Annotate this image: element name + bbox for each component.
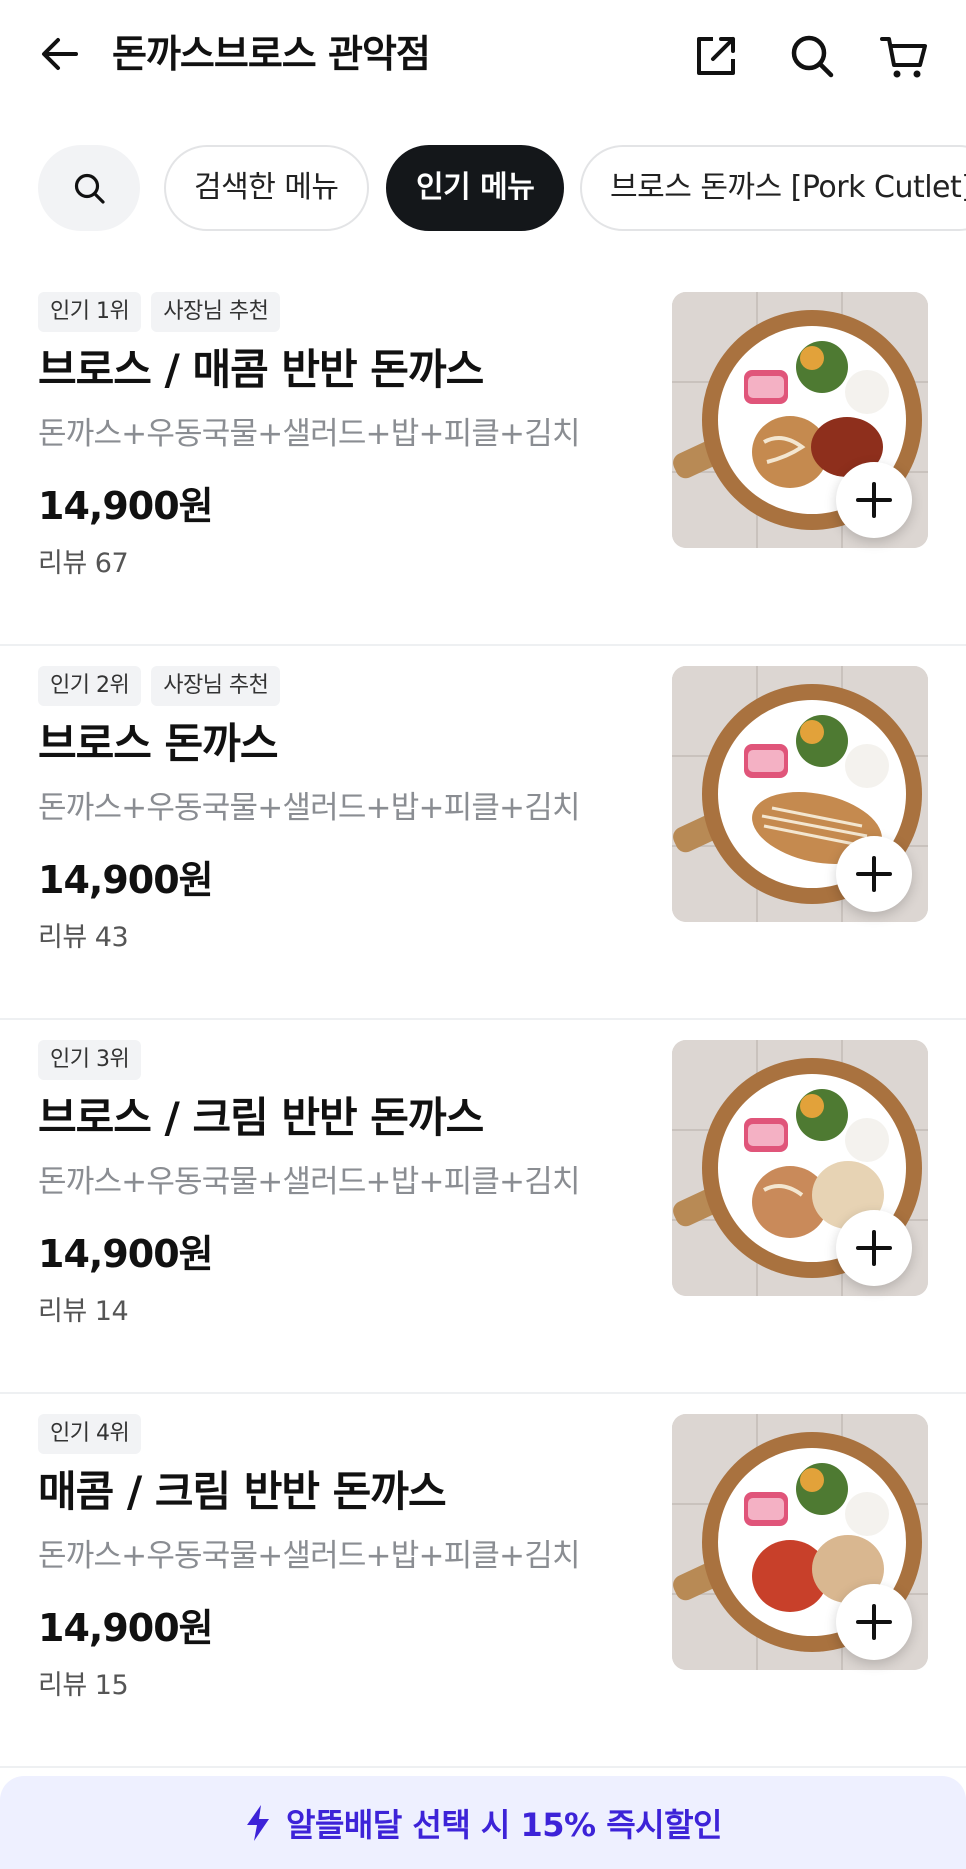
menu-item[interactable]: 인기 4위 매콤 / 크림 반반 돈까스 돈까스+우동국물+샐러드+밥+피클+김… (0, 1394, 966, 1768)
badge-group: 인기 4위 (38, 1414, 142, 1454)
app-header: 돈까스브로스 관악점 (0, 0, 966, 112)
rank-badge: 인기 3위 (38, 1040, 142, 1080)
menu-item-name: 브로스 / 크림 반반 돈까스 (38, 1093, 484, 1142)
menu-item-description: 돈까스+우동국물+샐러드+밥+피클+김치 (38, 1538, 580, 1574)
menu-item-description: 돈까스+우동국물+샐러드+밥+피클+김치 (38, 790, 580, 826)
add-to-cart-button[interactable] (836, 836, 912, 912)
badge-group: 인기 2위 사장님 추천 (38, 666, 281, 706)
menu-item[interactable]: 인기 3위 브로스 / 크림 반반 돈까스 돈까스+우동국물+샐러드+밥+피클+… (0, 1020, 966, 1394)
menu-item-review-count: 리뷰 67 (38, 548, 129, 579)
cart-icon[interactable] (878, 30, 930, 82)
discount-banner-text: 알뜰배달 선택 시 15% 즉시할인 (286, 1805, 723, 1844)
owner-pick-badge: 사장님 추천 (151, 666, 281, 706)
badge-group: 인기 1위 사장님 추천 (38, 292, 281, 332)
menu-item-name: 브로스 돈까스 (38, 719, 278, 768)
add-to-cart-button[interactable] (836, 1210, 912, 1286)
menu-item-review-count: 리뷰 15 (38, 1670, 129, 1701)
store-title: 돈까스브로스 관악점 (112, 32, 431, 76)
plus-icon (856, 1230, 892, 1266)
menu-item-review-count: 리뷰 14 (38, 1296, 129, 1327)
tab-bros-pork-cutlet[interactable]: 브로스 돈까스 [Pork Cutlet] (580, 145, 966, 231)
popular-menu-list: 인기 1위 사장님 추천 브로스 / 매콤 반반 돈까스 돈까스+우동국물+샐러… (0, 272, 966, 1768)
menu-search-button[interactable] (38, 145, 140, 231)
plus-icon (856, 482, 892, 518)
plus-icon (856, 856, 892, 892)
tab-searched-menu[interactable]: 검색한 메뉴 (164, 145, 369, 231)
discount-banner[interactable]: 알뜰배달 선택 시 15% 즉시할인 (0, 1776, 966, 1869)
menu-item-price: 14,900원 (38, 1232, 214, 1276)
menu-category-tabs: 검색한 메뉴 인기 메뉴 브로스 돈까스 [Pork Cutlet] (0, 145, 966, 231)
add-to-cart-button[interactable] (836, 462, 912, 538)
menu-item-review-count: 리뷰 43 (38, 922, 129, 953)
menu-item[interactable]: 인기 2위 사장님 추천 브로스 돈까스 돈까스+우동국물+샐러드+밥+피클+김… (0, 646, 966, 1020)
add-to-cart-button[interactable] (836, 1584, 912, 1660)
back-arrow-icon[interactable] (36, 30, 84, 78)
search-icon (74, 173, 105, 204)
menu-item-name: 브로스 / 매콤 반반 돈까스 (38, 345, 484, 394)
menu-item-price: 14,900원 (38, 858, 214, 902)
menu-item-description: 돈까스+우동국물+샐러드+밥+피클+김치 (38, 416, 580, 452)
rank-badge: 인기 1위 (38, 292, 142, 332)
menu-item-name: 매콤 / 크림 반반 돈까스 (38, 1467, 447, 1516)
menu-item-price: 14,900원 (38, 1606, 214, 1650)
rank-badge: 인기 2위 (38, 666, 142, 706)
menu-item-description: 돈까스+우동국물+샐러드+밥+피클+김치 (38, 1164, 580, 1200)
tab-popular-menu[interactable]: 인기 메뉴 (386, 145, 565, 231)
menu-item[interactable]: 인기 1위 사장님 추천 브로스 / 매콤 반반 돈까스 돈까스+우동국물+샐러… (0, 272, 966, 646)
search-icon[interactable] (786, 30, 838, 82)
owner-pick-badge: 사장님 추천 (151, 292, 281, 332)
menu-item-price: 14,900원 (38, 484, 214, 528)
rank-badge: 인기 4위 (38, 1414, 142, 1454)
plus-icon (856, 1604, 892, 1640)
share-icon[interactable] (690, 30, 742, 82)
badge-group: 인기 3위 (38, 1040, 142, 1080)
lightning-icon (247, 1804, 269, 1841)
